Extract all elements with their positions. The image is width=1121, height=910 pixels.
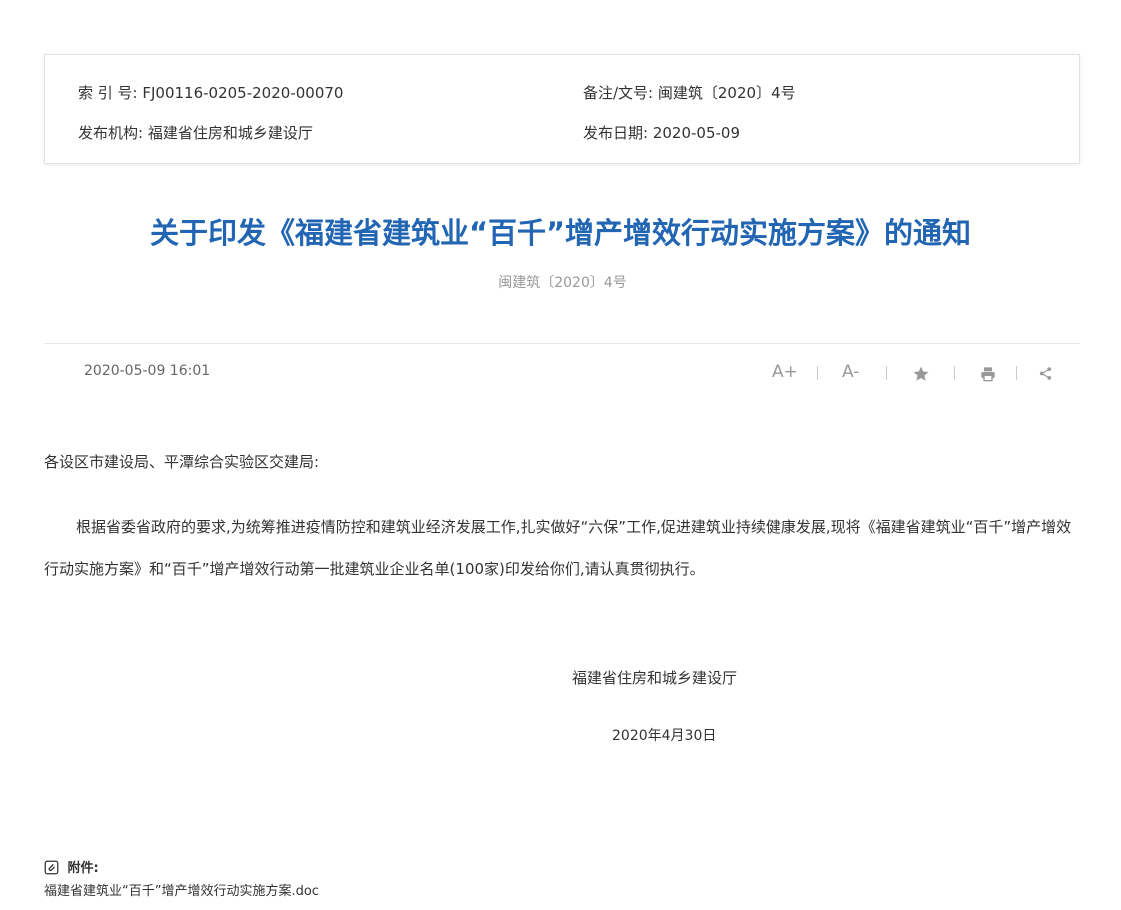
salutation: 各设区市建设局、平潭综合实验区交建局: [44,453,320,471]
publisher-row: 发布机构: 福建省住房和城乡建设厅 [78,122,313,143]
publish-time: 2020-05-09 16:01 [84,363,211,379]
toolbar-separator [954,366,955,380]
publish-date-label: 发布日期: [583,124,649,142]
remark-row: 备注/文号: 闽建筑〔2020〕4号 [583,82,796,103]
document-number: 闽建筑〔2020〕4号 [498,275,627,291]
star-icon[interactable] [912,365,930,383]
signature-organization: 福建省住房和城乡建设厅 [572,669,738,687]
font-decrease-button[interactable]: A- [842,362,859,382]
publish-date-row: 发布日期: 2020-05-09 [583,122,740,143]
toolbar-separator [817,366,818,380]
article-title: 关于印发《福建省建筑业“百千”增产增效行动实施方案》的通知 [149,216,972,250]
document-meta-box: 索 引 号: FJ00116-0205-2020-00070 备注/文号: 闽建… [44,54,1080,164]
font-increase-button[interactable]: A+ [772,362,798,382]
remark-label: 备注/文号: [583,84,654,102]
remark-value: 闽建筑〔2020〕4号 [657,84,796,102]
print-icon[interactable] [980,366,996,382]
share-icon[interactable] [1038,366,1053,381]
attachments-label: 附件: [67,861,99,876]
toolbar-separator [1016,366,1017,380]
index-number-row: 索 引 号: FJ00116-0205-2020-00070 [78,82,343,103]
article-toolbar: A+ A- [760,362,1060,388]
publisher-label: 发布机构: [78,124,144,142]
index-number-label: 索 引 号: [78,84,138,102]
signature-date: 2020年4月30日 [612,728,717,744]
index-number-value: FJ00116-0205-2020-00070 [142,84,344,102]
publisher-value: 福建省住房和城乡建设厅 [147,124,313,142]
attachment-file-link[interactable]: 福建省建筑业“百千”增产增效行动实施方案.doc [44,880,319,899]
article-body: 根据省委省政府的要求,为统筹推进疫情防控和建筑业经济发展工作,扎实做好“六保”工… [44,518,1072,578]
attachment-icon [44,860,59,875]
toolbar-separator [886,366,887,380]
divider [44,343,1080,344]
publish-date-value: 2020-05-09 [652,124,741,142]
attachments-heading: 附件: [44,857,99,876]
